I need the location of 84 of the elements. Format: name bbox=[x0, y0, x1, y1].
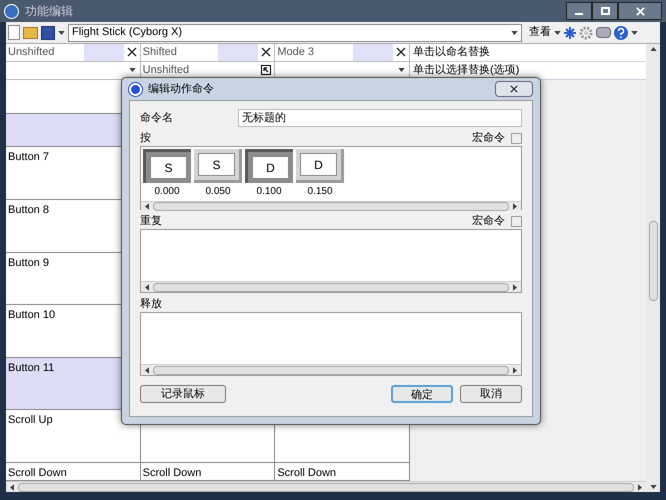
row-label: Scroll Down bbox=[277, 467, 336, 480]
scroll-right-icon[interactable] bbox=[638, 484, 642, 490]
hint-row[interactable]: 单击以命名替换 bbox=[410, 44, 646, 62]
scroll-thumb[interactable] bbox=[648, 221, 658, 301]
dialog-button[interactable]: 记录鼠标 bbox=[140, 385, 226, 403]
window-title: 功能编辑 bbox=[25, 3, 73, 20]
field-label: 命令名 bbox=[140, 110, 174, 126]
scroll-thumb[interactable] bbox=[153, 282, 509, 292]
column-header: Shifted bbox=[140, 44, 276, 62]
horizontal-scrollbar[interactable] bbox=[141, 281, 521, 292]
caret-icon[interactable] bbox=[631, 30, 638, 34]
section-label: 重复 bbox=[140, 214, 162, 229]
device-dropdown[interactable]: Flight Stick (Cyborg X) bbox=[68, 24, 522, 42]
caret-icon[interactable] bbox=[554, 30, 561, 34]
minimize-button[interactable] bbox=[566, 2, 592, 20]
close-icon bbox=[636, 6, 644, 16]
key-time: 0.050 bbox=[205, 185, 231, 199]
scroll-left-icon[interactable] bbox=[145, 366, 149, 374]
key-cap[interactable]: S bbox=[194, 149, 242, 183]
row-label: Button 7 bbox=[8, 151, 49, 164]
macro-checkbox[interactable] bbox=[511, 132, 522, 144]
scroll-down-icon[interactable] bbox=[650, 485, 656, 489]
scroll-left-icon[interactable] bbox=[10, 484, 14, 490]
key-cap[interactable]: D bbox=[245, 149, 293, 183]
close-button[interactable] bbox=[618, 2, 662, 20]
key-cap[interactable]: D bbox=[296, 149, 344, 183]
column-header: Mode 3 bbox=[275, 44, 410, 62]
clear-icon[interactable] bbox=[261, 47, 272, 58]
shortcut-icon[interactable] bbox=[261, 65, 272, 76]
app-icon bbox=[4, 4, 19, 18]
save-icon[interactable] bbox=[41, 26, 55, 40]
scroll-right-icon[interactable] bbox=[513, 203, 517, 210]
crosshair-icon bbox=[129, 82, 142, 96]
section-label: 按 bbox=[140, 130, 151, 146]
horizontal-scrollbar[interactable] bbox=[141, 364, 521, 375]
key-cap[interactable]: S bbox=[143, 149, 191, 183]
row-label: Button 9 bbox=[8, 256, 49, 269]
row-label: Scroll Down bbox=[142, 467, 202, 480]
key-time: 0.150 bbox=[307, 185, 333, 199]
header-shade bbox=[218, 44, 258, 61]
key-time: 0.100 bbox=[256, 185, 282, 199]
help-icon[interactable] bbox=[614, 26, 628, 40]
header-shade bbox=[84, 44, 124, 61]
caret-icon[interactable] bbox=[128, 68, 136, 72]
caret-icon[interactable] bbox=[398, 68, 406, 72]
row-label: Button 10 bbox=[8, 309, 56, 322]
macro-label: 宏命令 bbox=[472, 214, 505, 229]
horizontal-scrollbar[interactable] bbox=[141, 201, 521, 211]
row-label: Button 11 bbox=[8, 362, 54, 374]
caret-icon[interactable] bbox=[58, 30, 65, 34]
scroll-up-icon[interactable] bbox=[650, 47, 656, 51]
clear-icon[interactable] bbox=[126, 47, 137, 58]
close-icon bbox=[510, 85, 518, 93]
header-shade bbox=[353, 44, 394, 61]
new-file-icon[interactable] bbox=[8, 25, 20, 40]
row-label: Scroll Up bbox=[8, 414, 53, 426]
row-label: Button 8 bbox=[8, 204, 49, 216]
caret-icon[interactable] bbox=[511, 30, 518, 34]
dialog-button[interactable]: 确定 bbox=[391, 385, 453, 403]
folder-icon[interactable] bbox=[23, 26, 38, 38]
clear-icon[interactable] bbox=[396, 47, 406, 58]
view-menu[interactable]: 查看 bbox=[529, 24, 551, 41]
dialog-button[interactable]: 取消 bbox=[460, 385, 522, 403]
macro-checkbox[interactable] bbox=[511, 216, 522, 226]
scroll-thumb[interactable] bbox=[153, 202, 509, 211]
command-name-field[interactable]: 无标题的 bbox=[238, 109, 522, 127]
hint-row[interactable]: 单击以选择替换(选项) bbox=[410, 62, 646, 80]
scroll-left-icon[interactable] bbox=[145, 284, 149, 290]
row-label: Scroll Down bbox=[8, 467, 67, 480]
scroll-right-icon[interactable] bbox=[513, 284, 517, 290]
scroll-thumb[interactable] bbox=[18, 482, 634, 492]
vertical-scrollbar[interactable] bbox=[646, 44, 660, 492]
snowflake-icon[interactable] bbox=[564, 26, 576, 38]
scroll-right-icon[interactable] bbox=[513, 366, 517, 374]
close-button[interactable] bbox=[495, 81, 533, 97]
horizontal-scrollbar[interactable] bbox=[6, 481, 646, 492]
dialog-title: 编辑动作命令 bbox=[148, 82, 214, 97]
macro-label: 宏命令 bbox=[472, 130, 505, 146]
scroll-thumb[interactable] bbox=[153, 366, 509, 374]
section-label: 释放 bbox=[140, 296, 162, 312]
maximize-button[interactable] bbox=[592, 2, 618, 20]
column-header: Unshifted bbox=[6, 44, 141, 62]
key-time: 0.000 bbox=[154, 185, 180, 199]
scroll-left-icon[interactable] bbox=[145, 203, 149, 210]
